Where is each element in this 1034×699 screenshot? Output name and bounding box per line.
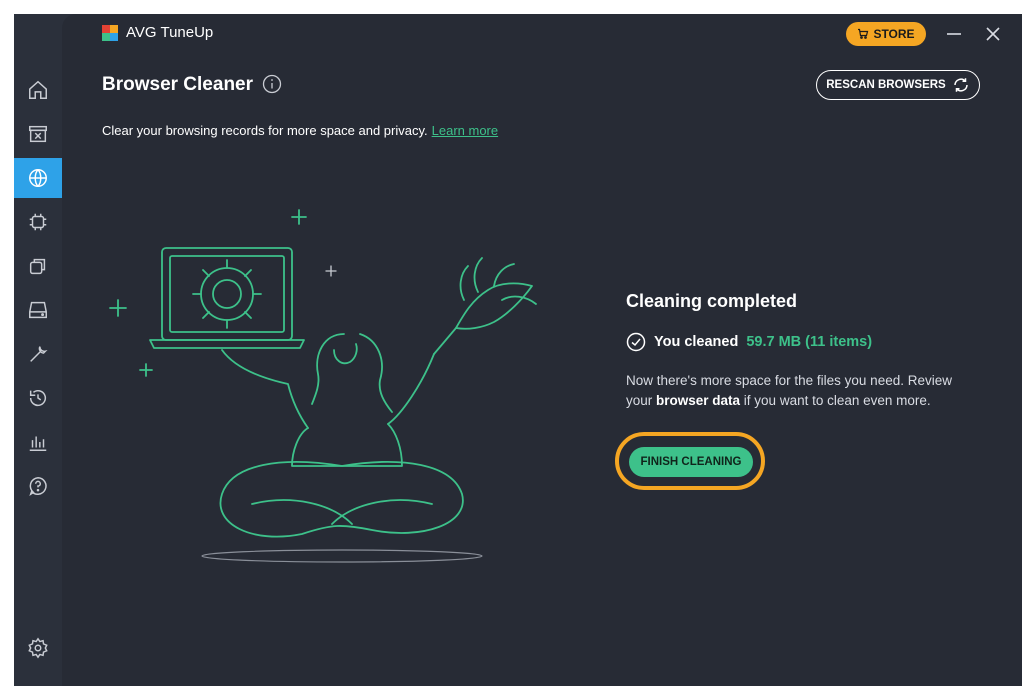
sidebar	[14, 14, 62, 686]
cleaned-prefix: You cleaned	[654, 334, 739, 350]
app-title: AVG TuneUp	[126, 24, 214, 41]
home-icon	[29, 80, 47, 99]
store-button[interactable]: STORE	[846, 22, 926, 46]
result-description: Now there's more space for the files you…	[626, 371, 956, 411]
store-label: STORE	[873, 27, 915, 41]
nav-history[interactable]	[14, 378, 62, 418]
cart-icon	[858, 28, 869, 39]
disk-icon	[29, 301, 47, 319]
nav-clean[interactable]	[14, 114, 62, 154]
nav-stats[interactable]	[14, 422, 62, 462]
close-icon	[986, 27, 1000, 41]
page-title: Browser Cleaner	[102, 74, 254, 95]
desc-text-2: if you want to clean even more.	[740, 393, 931, 408]
page-subtitle: Clear your browsing records for more spa…	[102, 123, 498, 138]
archive-icon	[29, 125, 47, 143]
settings-icon	[28, 637, 48, 659]
close-button[interactable]	[981, 22, 1005, 46]
chart-icon	[29, 436, 47, 451]
subtitle-text: Clear your browsing records for more spa…	[102, 123, 428, 138]
rescan-browsers-button[interactable]: RESCAN BROWSERS	[816, 70, 980, 100]
nav-apps[interactable]	[14, 246, 62, 286]
nav-disk[interactable]	[14, 290, 62, 330]
nav-help[interactable]	[14, 466, 62, 506]
cleaned-summary: You cleaned 59.7 MB (11 items)	[626, 332, 872, 352]
cleaned-amount: 59.7 MB (11 items)	[746, 334, 873, 350]
wrench-icon	[30, 346, 48, 362]
info-icon[interactable]	[262, 74, 282, 94]
refresh-icon	[953, 78, 968, 92]
app-window: AVG TuneUp STORE Browser Cleaner RESCAN …	[14, 14, 1022, 686]
avg-logo-icon	[102, 25, 118, 41]
help-icon	[29, 477, 47, 497]
result-title: Cleaning completed	[626, 291, 798, 311]
browser-data-text: browser data	[656, 393, 741, 408]
cpu-icon	[29, 213, 47, 231]
nav-browser-cleaner[interactable]	[14, 158, 62, 198]
browser-globe-icon	[29, 169, 47, 187]
rescan-label: RESCAN BROWSERS	[826, 79, 946, 91]
cleaning-woman-illustration	[109, 209, 537, 563]
nav-home[interactable]	[14, 70, 62, 110]
finish-cleaning-button[interactable]: FINISH CLEANING	[629, 447, 753, 477]
nav-settings[interactable]	[14, 628, 62, 668]
minimize-icon	[947, 33, 961, 35]
history-icon	[29, 389, 46, 407]
check-circle-icon	[626, 332, 646, 352]
learn-more-link[interactable]: Learn more	[432, 123, 498, 138]
nav-tools[interactable]	[14, 334, 62, 374]
nav-performance[interactable]	[14, 202, 62, 242]
minimize-button[interactable]	[942, 22, 966, 46]
windows-icon	[29, 258, 46, 275]
